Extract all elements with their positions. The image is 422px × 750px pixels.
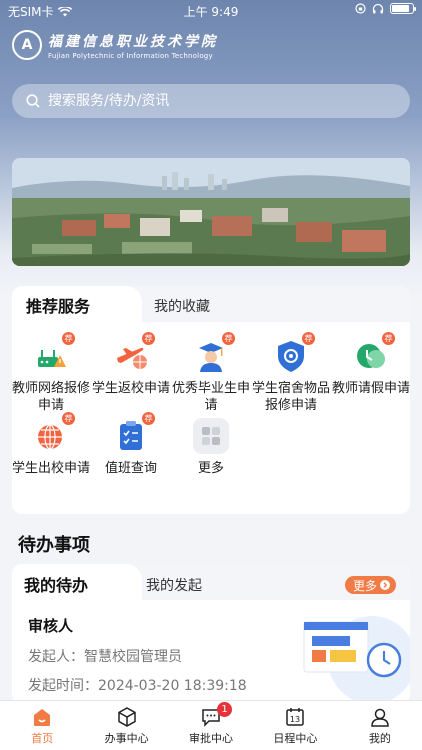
- service-label: 更多: [197, 461, 224, 476]
- campus-aerial-photo: [12, 158, 410, 266]
- service-student-exit[interactable]: 荐 学生出校申请: [12, 412, 91, 477]
- service-label: 优秀毕业生申请: [172, 381, 251, 413]
- service-student-return[interactable]: 荐 学生返校申请: [92, 332, 171, 397]
- chevron-right-icon: [380, 580, 390, 590]
- school-logo: A 福建信息职业技术学院 Fujian Polytechnic of Infor…: [12, 30, 218, 60]
- todo-card: 我的待办 我的发起 更多 审核人 发起人：智慧校园管理员 发起时间：2024-0…: [12, 564, 410, 704]
- tab-schedule-center[interactable]: 13 日程中心: [253, 701, 337, 750]
- tab-approval-center[interactable]: 1 审批中心: [169, 701, 253, 750]
- todo-item-title[interactable]: 审核人: [28, 615, 73, 636]
- todo-section-title: 待办事项: [18, 535, 90, 556]
- campus-banner-image[interactable]: [12, 158, 410, 266]
- service-duty-query[interactable]: 荐 值班查询: [92, 412, 170, 477]
- tab-service-center-label: 办事中心: [104, 732, 149, 745]
- battery-icon: [390, 3, 416, 14]
- more-grid-icon: [193, 418, 229, 454]
- recommend-badge: 荐: [382, 332, 395, 345]
- service-more[interactable]: 更多: [172, 418, 250, 477]
- more-button[interactable]: 更多: [344, 576, 396, 594]
- todo-illustration: [303, 616, 410, 704]
- headphones-icon: [372, 3, 384, 14]
- search-icon: [26, 94, 40, 108]
- time-value: 2024-03-20 18:39:18: [98, 678, 247, 694]
- bottom-tab-bar: 首页 办事中心 1 审批中心 13 日程中心 我的: [0, 700, 422, 750]
- service-dorm-repair[interactable]: 荐 学生宿舍物品报修申请: [252, 332, 331, 414]
- home-icon: [34, 709, 51, 726]
- status-bar: 无SIM卡 上午 9:49: [0, 0, 422, 22]
- service-label: 学生宿舍物品报修申请: [252, 381, 331, 413]
- service-label: 值班查询: [104, 461, 157, 476]
- todo-item-time: 发起时间：2024-03-20 18:39:18: [28, 675, 247, 695]
- recommend-badge: 荐: [302, 332, 315, 345]
- service-label: 学生出校申请: [12, 461, 91, 476]
- recommended-services-card: 推荐服务 我的收藏 荐 教师网络报修申请 荐 学生返校申请 荐 优秀毕业生申请 …: [12, 286, 410, 514]
- service-label: 学生返校申请: [92, 381, 171, 396]
- calendar-icon: 13: [286, 708, 305, 726]
- initiator-label: 发起人：: [28, 649, 84, 665]
- recommend-badge: 荐: [222, 332, 235, 345]
- recommend-badge: 荐: [62, 412, 75, 425]
- time-label: 发起时间：: [28, 678, 98, 694]
- service-teacher-network-repair[interactable]: 荐 教师网络报修申请: [12, 332, 91, 414]
- tab-favorites[interactable]: 我的收藏: [154, 296, 210, 316]
- cube-icon: [117, 707, 136, 727]
- user-icon: [371, 708, 389, 727]
- service-teacher-leave[interactable]: 荐 教师请假申请: [332, 332, 410, 397]
- service-excellent-graduate[interactable]: 荐 优秀毕业生申请: [172, 332, 251, 414]
- recommend-badge: 荐: [142, 332, 155, 345]
- tab-mine[interactable]: 我的: [338, 701, 422, 750]
- service-label: 教师请假申请: [332, 381, 410, 396]
- school-name-en: Fujian Polytechnic of Information Techno…: [48, 51, 213, 60]
- services-tab-bar: 推荐服务 我的收藏: [12, 286, 410, 322]
- todo-item-initiator: 发起人：智慧校园管理员: [28, 646, 182, 666]
- orientation-lock-icon: [355, 3, 366, 14]
- tab-my-initiated[interactable]: 我的发起: [146, 575, 202, 595]
- search-bar[interactable]: [12, 84, 410, 118]
- school-seal-icon: A: [12, 30, 42, 60]
- recommend-badge: 荐: [142, 412, 155, 425]
- approval-count-badge: 1: [217, 702, 233, 717]
- initiator-value: 智慧校园管理员: [84, 649, 182, 665]
- tab-home-label: 首页: [31, 732, 54, 745]
- recommend-badge: 荐: [62, 332, 75, 345]
- school-name-cn: 福建信息职业技术学院: [48, 33, 218, 50]
- more-label: 更多: [352, 578, 377, 593]
- tab-service-center[interactable]: 办事中心: [84, 701, 168, 750]
- search-input[interactable]: [48, 93, 368, 109]
- tab-schedule-center-label: 日程中心: [273, 732, 318, 745]
- tab-home[interactable]: 首页: [0, 701, 84, 750]
- tab-mine-label: 我的: [368, 732, 391, 745]
- service-label: 教师网络报修申请: [12, 381, 91, 413]
- tab-approval-center-label: 审批中心: [189, 732, 234, 745]
- calendar-date: 13: [290, 715, 300, 724]
- tab-recommended[interactable]: 推荐服务: [26, 293, 90, 317]
- tab-my-todo[interactable]: 我的待办: [24, 572, 88, 596]
